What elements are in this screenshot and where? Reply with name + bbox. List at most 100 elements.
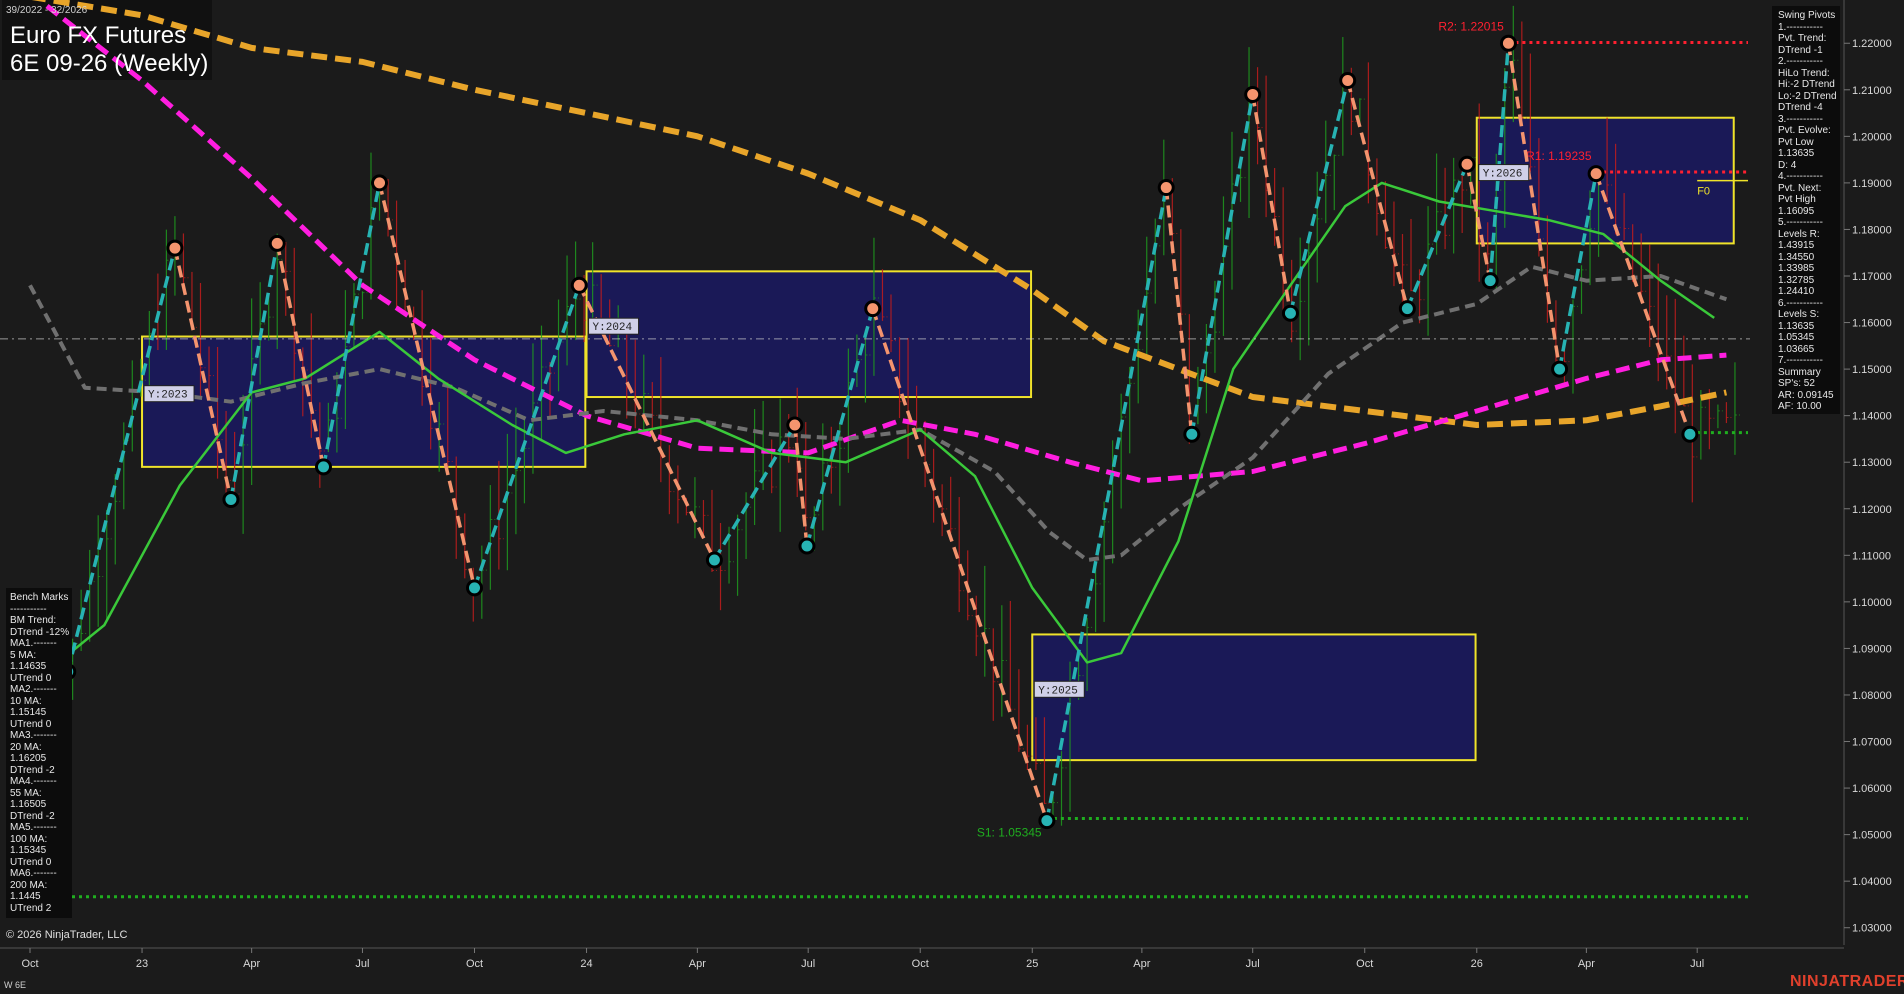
swing-pivots-line: 1.05345 [1778, 332, 1815, 343]
swing-pivots-line: 1.33985 [1778, 263, 1815, 274]
benchmarks-line: UTrend 2 [10, 902, 52, 914]
swing-pivot-high [1339, 71, 1357, 89]
swing-pivot-high [1499, 34, 1517, 52]
benchmarks-line: 55 MA: [10, 787, 42, 799]
price-tick-label: 1.13000 [1852, 457, 1892, 469]
price-tick-label: 1.17000 [1852, 271, 1892, 283]
time-tick-label: Oct [21, 958, 38, 970]
swing-leg [1405, 163, 1469, 310]
benchmarks-line: MA1.------- [10, 638, 57, 649]
swing-pivots-line: 6.----------- [1778, 297, 1823, 309]
swing-pivots-line: 2.----------- [1778, 56, 1823, 67]
swing-pivots-line: SP's: 52 [1778, 378, 1815, 389]
swing-pivot-high [166, 239, 184, 257]
swing-pivots-line: Swing Pivots [1778, 10, 1836, 21]
benchmarks-line: UTrend 0 [10, 718, 52, 730]
swing-pivot-high [570, 276, 588, 294]
benchmarks-line: Bench Marks [10, 592, 69, 603]
instrument-subtitle: 6E 09-26 (Weekly) [10, 50, 209, 77]
benchmarks-line: 10 MA: [10, 695, 42, 707]
swing-pivot-high [1157, 179, 1175, 197]
swing-pivot-low [1398, 300, 1416, 318]
time-tick-label: Jul [801, 958, 815, 970]
benchmarks-line: UTrend 0 [10, 672, 52, 684]
time-tick-label: Apr [1133, 958, 1150, 970]
swing-pivot-high [371, 174, 389, 192]
swing-pivots-line: DTrend -4 [1778, 102, 1823, 113]
year-box-label: Y:2024 [593, 322, 633, 334]
swing-pivot-low [1481, 272, 1499, 290]
price-tick-label: 1.14000 [1852, 411, 1892, 423]
benchmarks-line: MA5.------- [10, 822, 57, 833]
swing-pivot-high [1587, 165, 1605, 183]
benchmarks-line: 200 MA: [10, 879, 48, 891]
swing-pivots-line: AF: 10.00 [1778, 401, 1822, 412]
swing-pivots-line: Hi:-2 DTrend [1778, 79, 1835, 90]
time-tick-label: 25 [1026, 958, 1038, 970]
swing-pivots-line: 3.----------- [1778, 113, 1823, 125]
time-tick-label: Jul [1246, 958, 1260, 970]
brand-logo: NINJATRADER [1790, 973, 1904, 990]
swing-leg [1164, 187, 1194, 435]
time-tick-label: Apr [243, 958, 260, 970]
swing-pivot-low [798, 537, 816, 555]
benchmarks-line: 1.16205 [10, 753, 47, 764]
swing-pivot-high [1458, 155, 1476, 173]
benchmarks-line: 1.14635 [10, 661, 47, 672]
benchmarks-line: MA2.------- [10, 684, 57, 695]
time-tick-label: Jul [1690, 958, 1704, 970]
benchmarks-line: 20 MA: [10, 741, 42, 753]
swing-pivots-line: AR: 0.09145 [1778, 389, 1834, 401]
swing-pivots-line: 5.----------- [1778, 217, 1823, 228]
swing-pivots-line: Pvt. Next: [1778, 182, 1822, 194]
swing-leg [1288, 80, 1350, 314]
swing-pivots-line: 1.32785 [1778, 274, 1815, 286]
instrument-title: Euro FX Futures [10, 22, 187, 49]
year-box [585, 270, 1033, 399]
time-tick-label: Oct [912, 958, 929, 970]
swing-pivot-high [1244, 85, 1262, 103]
swing-pivots-line: HiLo Trend: [1778, 67, 1830, 79]
swing-pivots-line: 4.----------- [1778, 171, 1823, 182]
time-tick-label: Apr [1578, 958, 1595, 970]
price-tick-label: 1.05000 [1852, 830, 1892, 842]
year-box-label: Y:2025 [1038, 685, 1078, 697]
benchmarks-line: ----------- [10, 603, 47, 615]
swing-pivot-low [466, 579, 484, 597]
price-tick-label: 1.10000 [1852, 597, 1892, 609]
time-tick-label: Jul [355, 958, 369, 970]
benchmarks-line: DTrend -12% [10, 626, 70, 638]
swing-pivot-low [1681, 425, 1699, 443]
swing-pivot-high [786, 416, 804, 434]
price-tick-label: 1.07000 [1852, 737, 1892, 749]
price-tick-label: 1.12000 [1852, 504, 1892, 516]
swing-pivot-low [705, 551, 723, 569]
f0-label: F0 [1697, 186, 1710, 198]
price-tick-label: 1.11000 [1852, 550, 1891, 562]
price-tick-label: 1.16000 [1852, 318, 1892, 330]
price-tick-label: 1.22000 [1852, 38, 1892, 50]
copyright-notice: © 2026 NinjaTrader, LLC [6, 929, 128, 941]
swing-pivot-low [1183, 425, 1201, 443]
price-tick-label: 1.19000 [1852, 178, 1892, 190]
swing-pivots-line: 1.03665 [1778, 343, 1815, 355]
resistance-level-label: R2: 1.22015 [1438, 20, 1504, 34]
price-tick-label: 1.20000 [1852, 131, 1892, 143]
time-tick-label: 23 [136, 958, 148, 970]
price-tick-label: 1.04000 [1852, 876, 1892, 888]
benchmarks-line: DTrend -2 [10, 764, 55, 776]
support-level-label: S1: 1.05345 [977, 826, 1042, 840]
price-tick-label: 1.06000 [1852, 783, 1892, 795]
swing-pivots-line: Levels S: [1778, 309, 1820, 320]
swing-pivots-line: 1.13635 [1778, 320, 1815, 332]
swing-pivot-high [268, 234, 286, 252]
swing-pivots-line: Levels R: [1778, 228, 1820, 240]
swing-pivots-line: Lo:-2 DTrend [1778, 90, 1837, 102]
price-chart[interactable]: 1.03000 1.04000 1.05000 1.06000 1.07000 1.080… [0, 0, 1904, 994]
price-tick-label: 1.03000 [1852, 923, 1892, 935]
swing-leg [1190, 94, 1255, 435]
swing-pivot-high [864, 300, 882, 318]
benchmarks-line: BM Trend: [10, 615, 57, 626]
swing-pivots-line: Summary [1778, 366, 1821, 378]
swing-pivots-line: Pvt. Trend: [1778, 33, 1827, 44]
